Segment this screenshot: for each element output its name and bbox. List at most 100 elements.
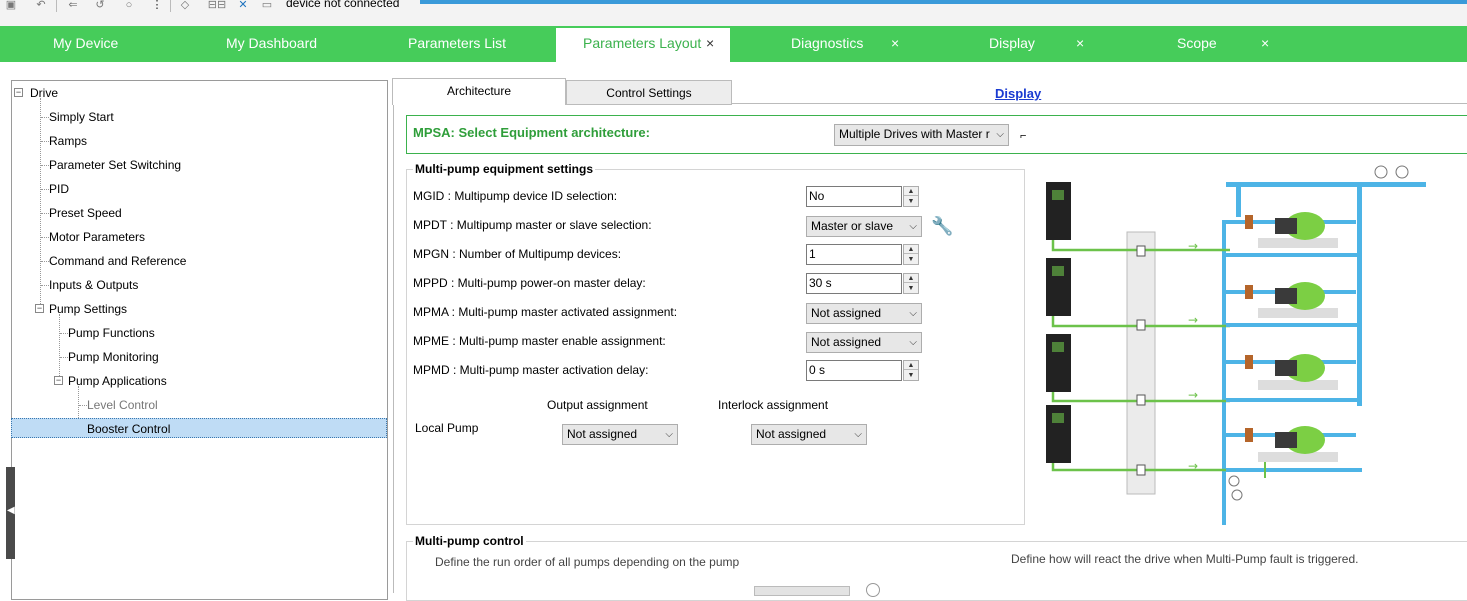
local-pump-interlock-value: Not assigned xyxy=(756,427,827,441)
close-icon[interactable]: × xyxy=(1261,26,1269,60)
local-pump-label: Local Pump xyxy=(415,421,479,435)
spin-down-icon[interactable]: ▼ xyxy=(904,284,918,293)
mpdt-select[interactable]: Master or slave ⌵ xyxy=(806,216,922,237)
collapse-icon[interactable]: − xyxy=(54,376,63,385)
spin-down-icon[interactable]: ▼ xyxy=(904,255,918,264)
subtab-control-settings[interactable]: Control Settings xyxy=(566,80,732,105)
main-tab-bar: My Device My Dashboard Parameters List P… xyxy=(0,26,1467,62)
back-icon[interactable]: ↶ xyxy=(34,0,48,11)
mpgn-stepper[interactable]: ▲ ▼ xyxy=(903,244,919,265)
pipe-segment xyxy=(1236,182,1241,217)
mpgn-input[interactable]: 1 xyxy=(806,244,902,265)
tree-item-inputs-outputs[interactable]: Inputs & Outputs xyxy=(49,275,138,295)
tree-connector xyxy=(60,357,68,358)
mpmd-input[interactable]: 0 s xyxy=(806,360,902,381)
panel-collapse-handle[interactable]: ◀ xyxy=(6,467,15,559)
valves xyxy=(1245,215,1253,442)
spin-up-icon[interactable]: ▲ xyxy=(904,187,918,196)
tree-item-simply-start[interactable]: Simply Start xyxy=(49,107,114,127)
close-icon[interactable]: × xyxy=(1076,26,1084,60)
undo-icon[interactable]: ↺ xyxy=(93,0,107,11)
forward-icon[interactable]: ⇐ xyxy=(66,0,80,11)
mpma-select[interactable]: Not assigned ⌵ xyxy=(806,303,922,324)
disconnect-icon[interactable]: ✕ xyxy=(236,0,250,11)
run-order-select[interactable] xyxy=(754,586,850,596)
pipe-main-vertical xyxy=(1222,220,1226,525)
mpme-value: Not assigned xyxy=(811,335,882,349)
spin-up-icon[interactable]: ▲ xyxy=(904,361,918,370)
cursor-icon: ⌐ xyxy=(1020,130,1027,142)
tree-item-pump-functions[interactable]: Pump Functions xyxy=(68,323,155,343)
mpsa-select[interactable]: Multiple Drives with Master r ⌵ xyxy=(834,124,1009,146)
tab-parameters-layout[interactable]: Parameters Layout × xyxy=(556,28,730,62)
mpsa-label: MPSA: Select Equipment architecture: xyxy=(413,125,650,140)
device-icon[interactable]: ▣ xyxy=(4,0,18,11)
tab-my-dashboard[interactable]: My Dashboard xyxy=(226,26,317,62)
tree-item-pid[interactable]: PID xyxy=(49,179,69,199)
chevron-down-icon: ⌵ xyxy=(665,429,673,440)
close-icon[interactable]: × xyxy=(706,28,714,58)
spin-up-icon[interactable]: ▲ xyxy=(904,274,918,283)
close-icon[interactable]: × xyxy=(891,26,899,60)
collapse-icon[interactable]: − xyxy=(14,88,23,97)
tree-connector xyxy=(40,98,41,310)
refresh-icon[interactable]: ○ xyxy=(122,0,136,11)
mgid-stepper[interactable]: ▲ ▼ xyxy=(903,186,919,207)
pump-motors xyxy=(1258,212,1338,462)
display-link[interactable]: Display xyxy=(995,86,1041,101)
tree-item-drive[interactable]: Drive xyxy=(30,83,58,103)
svg-text:→: → xyxy=(1188,459,1198,473)
tab-label: Display xyxy=(989,35,1035,51)
tree-item-pump-monitoring[interactable]: Pump Monitoring xyxy=(68,347,159,367)
tag-icon[interactable]: ◇ xyxy=(178,0,192,11)
tab-label: Scope xyxy=(1177,35,1217,51)
tab-label: Parameters Layout xyxy=(583,35,702,51)
tree-connector xyxy=(41,141,49,142)
tree-item-booster-control[interactable]: Booster Control xyxy=(11,418,387,438)
mppd-stepper[interactable]: ▲ ▼ xyxy=(903,273,919,294)
more-icon[interactable]: ⋮ xyxy=(150,0,164,11)
tree-item-command-and-reference[interactable]: Command and Reference xyxy=(49,251,186,271)
mppd-input[interactable]: 30 s xyxy=(806,273,902,294)
tree-item-level-control[interactable]: Level Control xyxy=(87,395,158,415)
parameter-tree: − Drive Simply Start Ramps Parameter Set… xyxy=(11,80,388,600)
local-pump-output-select[interactable]: Not assigned ⌵ xyxy=(562,424,678,445)
tree-item-pump-settings[interactable]: Pump Settings xyxy=(49,299,127,319)
spin-down-icon[interactable]: ▼ xyxy=(904,371,918,380)
tab-display[interactable]: Display × xyxy=(989,26,1089,62)
mpme-select[interactable]: Not assigned ⌵ xyxy=(806,332,922,353)
mpdt-label: MPDT : Multipump master or slave selecti… xyxy=(413,218,652,232)
drive-units xyxy=(1046,182,1071,463)
tree-item-motor-parameters[interactable]: Motor Parameters xyxy=(49,227,145,247)
tab-diagnostics[interactable]: Diagnostics × xyxy=(791,26,906,62)
tree-item-parameter-set-switching[interactable]: Parameter Set Switching xyxy=(49,155,181,175)
mppd-label: MPPD : Multi-pump power-on master delay: xyxy=(413,276,646,290)
mpma-value: Not assigned xyxy=(811,306,882,320)
tab-parameters-list[interactable]: Parameters List xyxy=(408,26,506,62)
info-icon[interactable] xyxy=(866,583,880,597)
mgid-input[interactable]: No xyxy=(806,186,902,207)
document-icon[interactable]: ▭ xyxy=(258,0,276,11)
tab-label: Parameters List xyxy=(408,35,507,51)
wrench-icon[interactable]: 🔧 xyxy=(931,216,953,236)
chevron-down-icon: ⌵ xyxy=(909,221,917,232)
svg-text:→: → xyxy=(1188,388,1198,402)
output-assignment-header: Output assignment xyxy=(547,398,648,412)
top-toolbar: ▣ ↶ ⇐ ↺ ○ ⋮ ◇ ⊟⊟ ✕ ▭ device not connecte… xyxy=(0,0,1467,26)
tree-item-pump-applications[interactable]: Pump Applications xyxy=(68,371,167,391)
mpme-label: MPME : Multi-pump master enable assignme… xyxy=(413,334,666,348)
connection-status: device not connected xyxy=(286,0,400,10)
subtab-architecture[interactable]: Architecture xyxy=(392,78,566,105)
spin-down-icon[interactable]: ▼ xyxy=(904,197,918,206)
tree-item-ramps[interactable]: Ramps xyxy=(49,131,87,151)
collapse-icon[interactable]: − xyxy=(35,304,44,313)
tab-scope[interactable]: Scope × xyxy=(1177,26,1272,62)
toolbar-separator xyxy=(56,0,57,12)
tab-my-device[interactable]: My Device xyxy=(53,26,118,62)
spin-up-icon[interactable]: ▲ xyxy=(904,245,918,254)
local-pump-interlock-select[interactable]: Not assigned ⌵ xyxy=(751,424,867,445)
network-icon[interactable]: ⊟⊟ xyxy=(206,0,228,11)
mpmd-stepper[interactable]: ▲ ▼ xyxy=(903,360,919,381)
pipe-top-header xyxy=(1226,182,1426,187)
tree-item-preset-speed[interactable]: Preset Speed xyxy=(49,203,122,223)
